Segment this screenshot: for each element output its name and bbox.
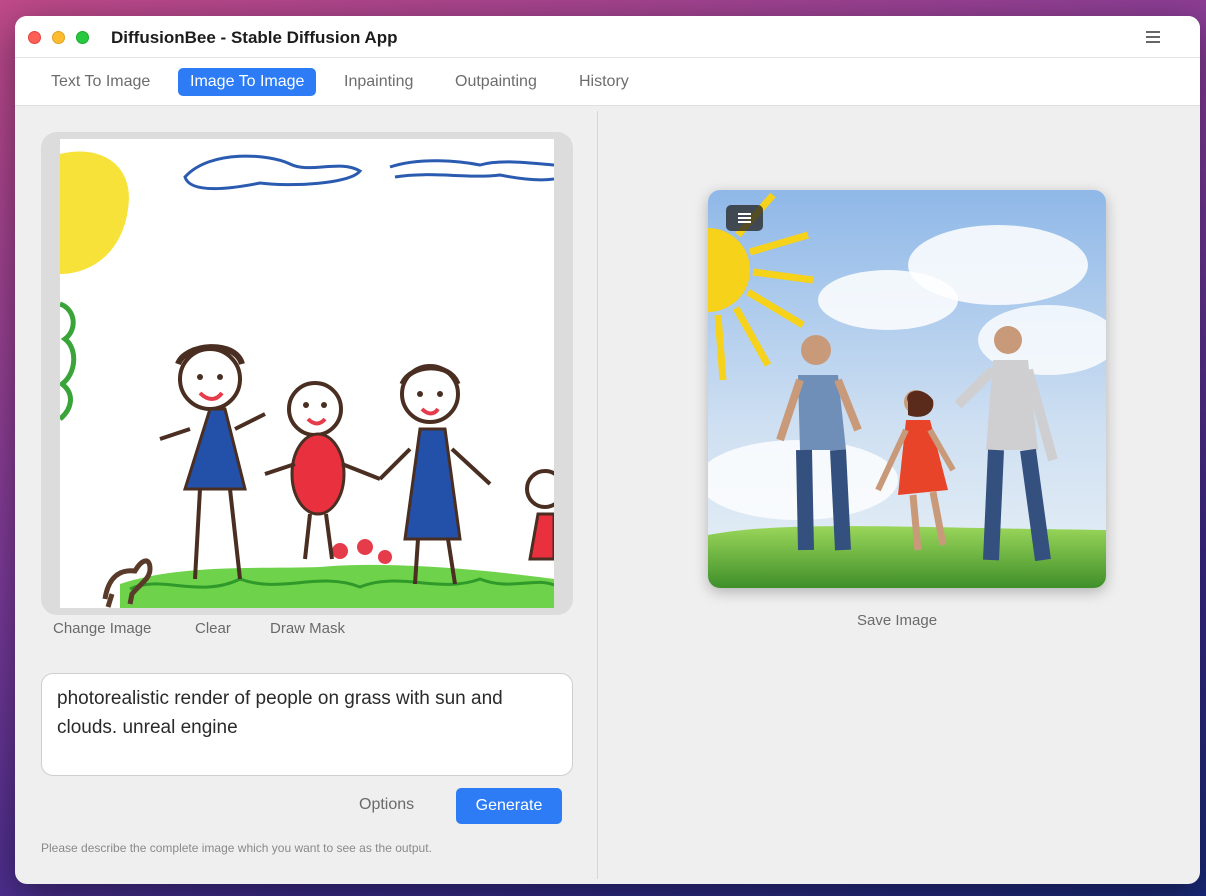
input-image xyxy=(57,139,565,608)
tab-history[interactable]: History xyxy=(567,68,641,96)
zoom-window-button[interactable] xyxy=(76,31,89,44)
close-window-button[interactable] xyxy=(28,31,41,44)
prompt-hint: Please describe the complete image which… xyxy=(41,841,432,855)
change-image-button[interactable]: Change Image xyxy=(53,620,151,637)
generated-photo-image xyxy=(708,190,1106,588)
image-menu-icon[interactable] xyxy=(726,205,763,231)
tab-bar: Text To Image Image To Image Inpainting … xyxy=(15,58,1200,106)
options-button[interactable]: Options xyxy=(359,796,414,814)
save-image-button[interactable]: Save Image xyxy=(857,612,937,629)
input-panel: Change Image Clear Draw Mask photorealis… xyxy=(15,106,597,884)
window-title: DiffusionBee - Stable Diffusion App xyxy=(111,28,398,47)
tab-text-to-image[interactable]: Text To Image xyxy=(39,68,162,96)
output-panel: Save Image xyxy=(598,106,1200,884)
tab-outpainting[interactable]: Outpainting xyxy=(443,68,549,96)
input-image-frame xyxy=(41,132,573,615)
tab-image-to-image[interactable]: Image To Image xyxy=(178,68,317,96)
clear-button[interactable]: Clear xyxy=(195,620,231,637)
app-window: DiffusionBee - Stable Diffusion App Text… xyxy=(15,16,1200,884)
child-drawing-image xyxy=(57,139,565,608)
title-bar: DiffusionBee - Stable Diffusion App xyxy=(15,16,1200,58)
minimize-window-button[interactable] xyxy=(52,31,65,44)
hamburger-menu-icon[interactable] xyxy=(1146,30,1162,44)
draw-mask-button[interactable]: Draw Mask xyxy=(270,620,345,637)
prompt-input[interactable]: photorealistic render of people on grass… xyxy=(41,673,573,776)
generate-button[interactable]: Generate xyxy=(456,788,562,824)
output-image xyxy=(708,190,1106,588)
tab-inpainting[interactable]: Inpainting xyxy=(332,68,425,96)
